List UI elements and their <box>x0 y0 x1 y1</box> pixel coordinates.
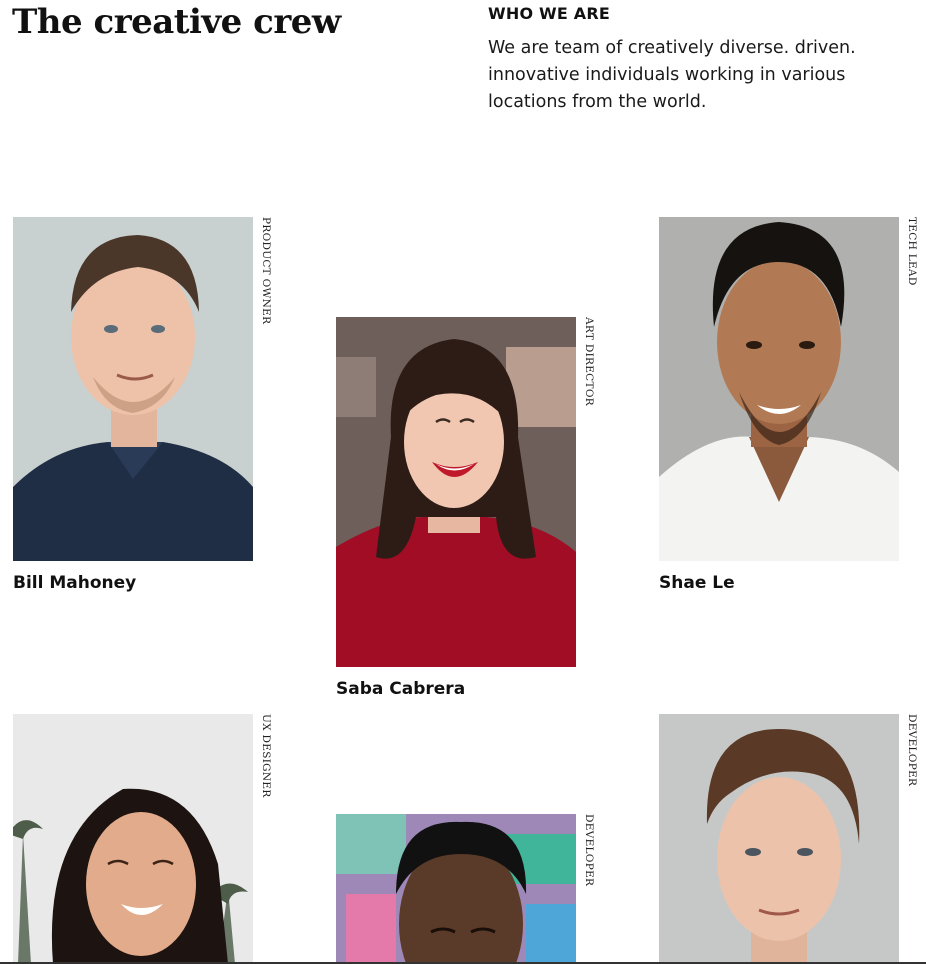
member-photo <box>659 714 899 964</box>
member-photo <box>336 317 576 667</box>
member-photo <box>659 217 899 561</box>
who-we-are-section: WHO WE ARE We are team of creatively div… <box>488 4 888 116</box>
portrait-image <box>13 217 253 561</box>
member-role: DEVELOPER <box>583 814 595 887</box>
member-role: TECH LEAD <box>906 217 918 286</box>
portrait-image <box>13 714 253 964</box>
member-role: UX DESIGNER <box>260 714 272 798</box>
member-role: DEVELOPER <box>906 714 918 787</box>
member-name[interactable]: Bill Mahoney <box>13 573 136 593</box>
portrait-image <box>659 714 899 964</box>
member-role: PRODUCT OWNER <box>260 217 272 325</box>
member-role: ART DIRECTOR <box>583 317 595 406</box>
member-photo <box>336 814 576 964</box>
page-title: The creative crew <box>12 2 341 42</box>
portrait-image <box>336 814 576 964</box>
portrait-image <box>659 217 899 561</box>
portrait-image <box>336 317 576 667</box>
member-name[interactable]: Saba Cabrera <box>336 679 465 699</box>
who-we-are-text: We are team of creatively diverse. drive… <box>488 38 856 112</box>
member-photo <box>13 714 253 964</box>
who-we-are-heading: WHO WE ARE <box>488 4 610 23</box>
member-name[interactable]: Shae Le <box>659 573 735 593</box>
member-photo <box>13 217 253 561</box>
